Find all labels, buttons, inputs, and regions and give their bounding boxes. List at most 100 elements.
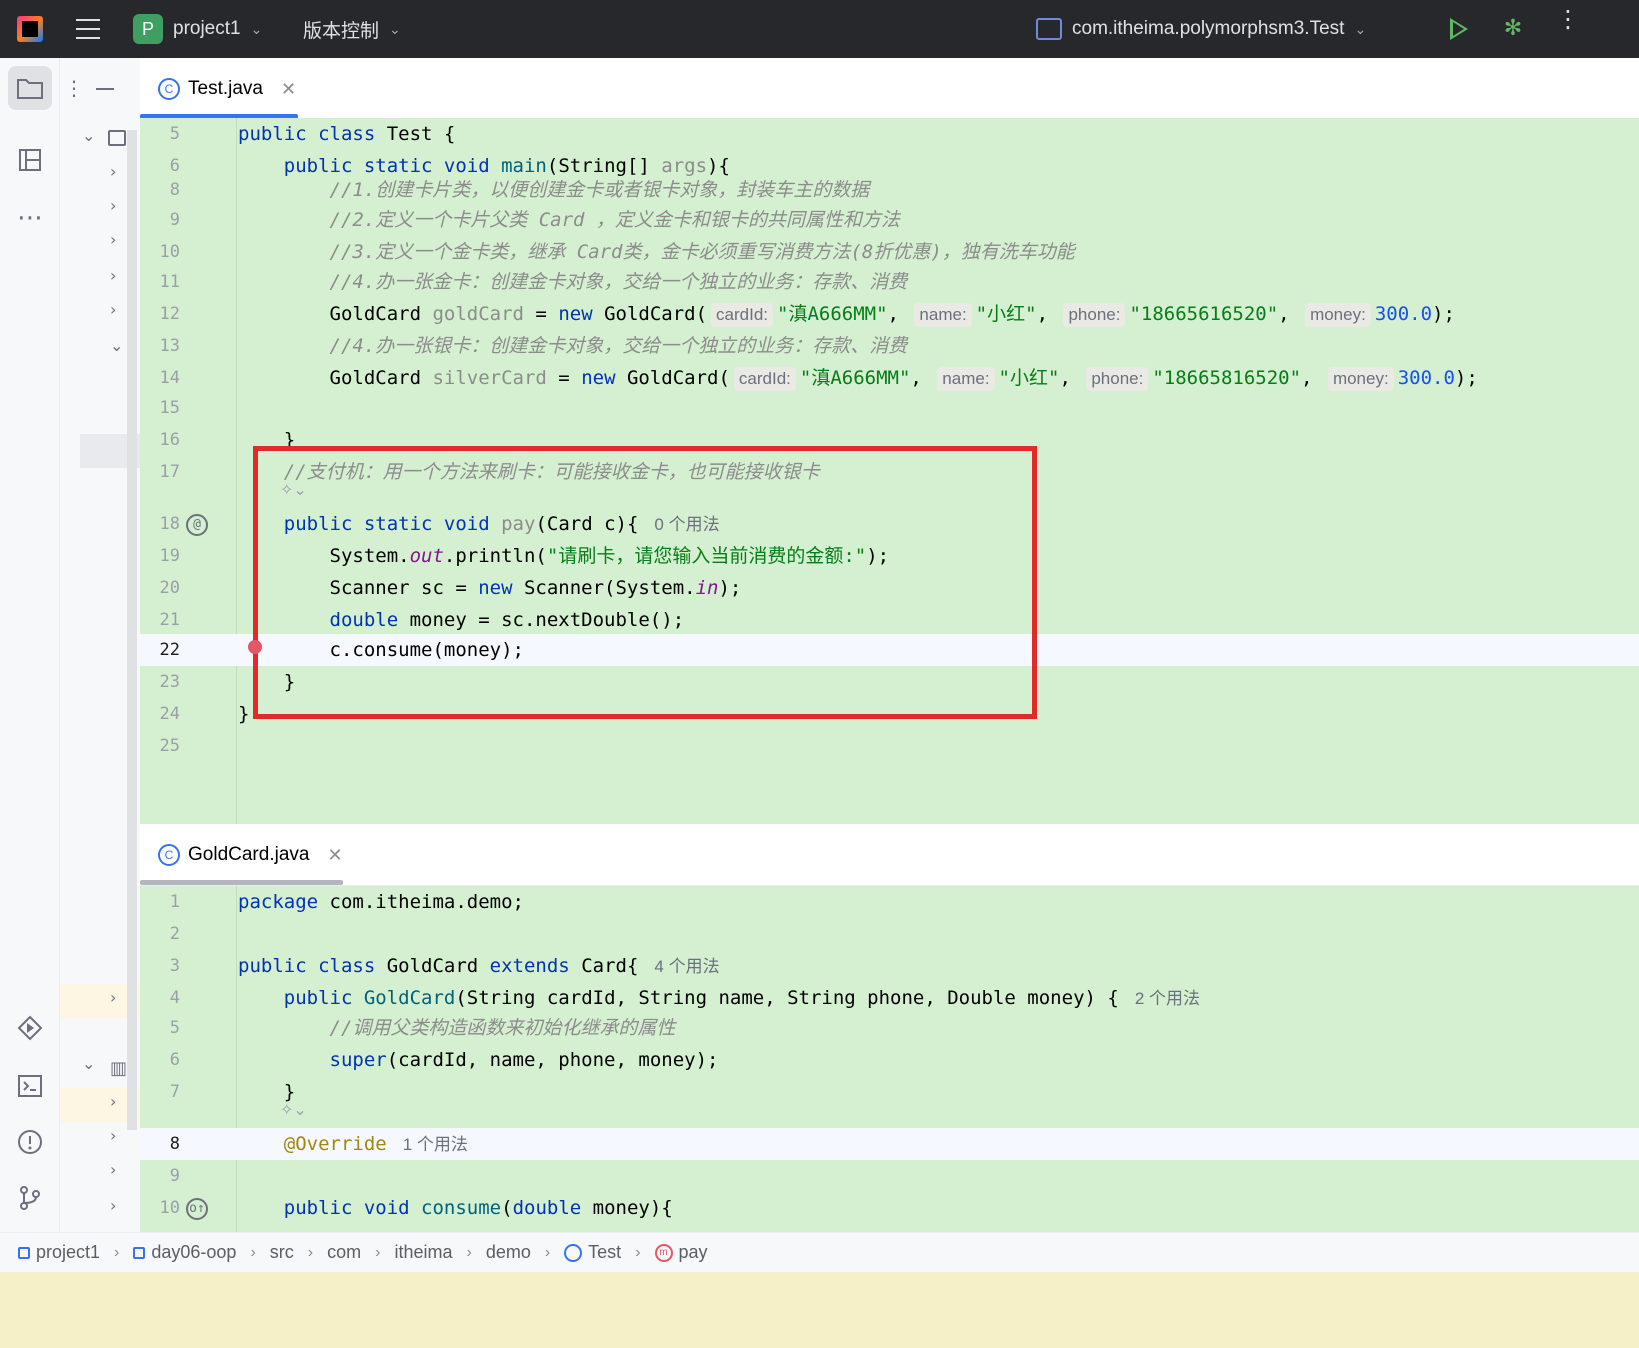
problems-icon[interactable]: [8, 1120, 52, 1164]
breadcrumb-item[interactable]: day06-oop: [133, 1242, 236, 1263]
line-number[interactable]: 6: [140, 1044, 180, 1076]
code-line[interactable]: 1 package com.itheima.demo;: [140, 886, 1639, 918]
breadcrumb-item[interactable]: Test: [564, 1242, 621, 1263]
breadcrumb-item[interactable]: src: [270, 1242, 294, 1263]
line-number[interactable]: 24: [140, 698, 180, 730]
tab-goldcard-java[interactable]: C GoldCard.java ✕: [140, 824, 343, 886]
breadcrumb-item[interactable]: m pay: [654, 1242, 708, 1263]
structure-icon[interactable]: [8, 138, 52, 182]
more-icon[interactable]: ⋯: [8, 196, 52, 240]
line-number[interactable]: 10: [140, 1192, 180, 1224]
line-number[interactable]: 5: [140, 118, 180, 150]
intellij-logo-icon[interactable]: [17, 16, 43, 42]
git-icon[interactable]: [8, 1176, 52, 1220]
line-number[interactable]: 14: [140, 362, 180, 394]
editor-goldcard-java[interactable]: 1 package com.itheima.demo; 2 3 public class…: [140, 886, 1639, 1232]
line-number[interactable]: 10: [140, 236, 180, 268]
tree-row[interactable]: ›: [60, 1160, 140, 1194]
usage-count[interactable]: 2 个用法: [1135, 989, 1200, 1008]
code-line[interactable]: 9: [140, 1160, 1639, 1192]
line-number[interactable]: 23: [140, 666, 180, 698]
code-line[interactable]: 8 //1.创建卡片类，以便创建金卡或者银卡对象，封装车主的数据: [140, 174, 1639, 206]
line-number[interactable]: 17: [140, 456, 180, 488]
code-line[interactable]: 2: [140, 918, 1639, 950]
close-icon[interactable]: ✕: [327, 845, 342, 866]
breadcrumb-item[interactable]: demo: [486, 1242, 531, 1263]
chevron-down-icon: ⌄: [389, 20, 401, 37]
line-number[interactable]: 22: [140, 634, 180, 666]
line-number[interactable]: 3: [140, 950, 180, 982]
line-number[interactable]: 19: [140, 540, 180, 572]
code-line[interactable]: 15: [140, 392, 1639, 424]
code-line[interactable]: 10 o↑ public void consume(double money){: [140, 1192, 1639, 1224]
tab-test-java[interactable]: C Test.java ✕: [140, 58, 296, 120]
chevron-right-icon: ›: [110, 196, 117, 215]
line-number[interactable]: 8: [140, 1128, 180, 1160]
debug-icon[interactable]: ✻: [1500, 16, 1526, 42]
breadcrumb-item[interactable]: com: [327, 1242, 361, 1263]
code-line[interactable]: 10 //3.定义一个金卡类，继承 Card类，金卡必须重写消费方法(8折优惠)…: [140, 236, 1639, 268]
line-number[interactable]: 4: [140, 982, 180, 1014]
line-number[interactable]: 16: [140, 424, 180, 456]
breadcrumb-item[interactable]: project1: [18, 1242, 100, 1263]
code-line[interactable]: 7 }: [140, 1076, 1639, 1108]
line-number[interactable]: 2: [140, 918, 180, 950]
run-icon[interactable]: [1450, 18, 1468, 40]
code-token: public class: [238, 123, 387, 145]
code-text: public class GoldCard extends Card{4 个用法: [238, 950, 720, 983]
folder-icon[interactable]: [8, 66, 52, 110]
line-number[interactable]: 18: [140, 508, 180, 540]
code-token: GoldCard: [363, 987, 456, 1009]
line-number[interactable]: 5: [140, 1012, 180, 1044]
run-config-selector[interactable]: com.itheima.polymorphsm3.Test ⌄: [1036, 0, 1366, 58]
services-icon[interactable]: [8, 1006, 52, 1050]
code-token: ,: [887, 303, 911, 325]
code-line[interactable]: 12 GoldCard goldCard = new GoldCard(card…: [140, 298, 1639, 330]
code-text: package com.itheima.demo;: [238, 886, 524, 918]
code-line[interactable]: 14 GoldCard silverCard = new GoldCard(ca…: [140, 362, 1639, 394]
line-number[interactable]: 1: [140, 886, 180, 918]
usage-count[interactable]: 1 个用法: [403, 1135, 468, 1154]
line-number[interactable]: 13: [140, 330, 180, 362]
code-token: GoldCard: [386, 955, 490, 977]
panel-options-icon[interactable]: ⋮: [64, 76, 84, 100]
terminal-icon[interactable]: [8, 1064, 52, 1108]
vcs-menu[interactable]: 版本控制 ⌄: [303, 0, 401, 58]
line-number[interactable]: 7: [140, 1076, 180, 1108]
code-line[interactable]: 5 public class Test {: [140, 118, 1639, 150]
line-number[interactable]: 25: [140, 730, 180, 762]
code-line[interactable]: 9 //2.定义一个卡片父类 Card ，定义金卡和银卡的共同属性和方法: [140, 204, 1639, 236]
line-number[interactable]: 8: [140, 174, 180, 206]
line-number[interactable]: 9: [140, 204, 180, 236]
tree-row[interactable]: ›: [60, 1126, 140, 1160]
main-menu-icon[interactable]: [76, 19, 100, 39]
project-selector[interactable]: P project1 ⌄: [133, 0, 262, 58]
line-number[interactable]: 12: [140, 298, 180, 330]
code-line[interactable]: 4 public GoldCard(String cardId, String …: [140, 982, 1639, 1014]
line-number[interactable]: 11: [140, 266, 180, 298]
code-line[interactable]: 6 super(cardId, name, phone, money);: [140, 1044, 1639, 1076]
line-number[interactable]: 21: [140, 604, 180, 636]
line-number[interactable]: 9: [140, 1160, 180, 1192]
code-line[interactable]: 13 //4.办一张银卡：创建金卡对象，交给一个独立的业务：存款、消费: [140, 330, 1639, 362]
minimize-icon[interactable]: [96, 88, 114, 90]
more-vertical-icon[interactable]: ⋮: [1556, 7, 1580, 44]
code-line[interactable]: 11 //4.办一张金卡：创建金卡对象，交给一个独立的业务：存款、消费: [140, 266, 1639, 298]
breadcrumb-item[interactable]: itheima: [394, 1242, 452, 1263]
tree-scrollbar[interactable]: [127, 130, 137, 1130]
line-number[interactable]: 15: [140, 392, 180, 424]
code-line[interactable]: 5 //调用父类构造函数来初始化继承的属性: [140, 1012, 1639, 1044]
tree-row[interactable]: ›: [60, 1196, 140, 1230]
usage-count[interactable]: 4 个用法: [654, 957, 719, 976]
override-icon[interactable]: o↑: [186, 1198, 208, 1220]
code-line[interactable]: 8 @Override 1 个用法: [140, 1128, 1639, 1160]
line-number[interactable]: 20: [140, 572, 180, 604]
close-icon[interactable]: ✕: [281, 79, 296, 100]
breakpoint-icon[interactable]: [248, 640, 262, 654]
ai-assistant-icon[interactable]: ✧⌄: [280, 1100, 307, 1119]
implementation-icon[interactable]: @: [186, 514, 208, 536]
code-line[interactable]: 3 public class GoldCard extends Card{4 个用…: [140, 950, 1639, 982]
code-text: //调用父类构造函数来初始化继承的属性: [238, 1012, 676, 1044]
code-line[interactable]: 25: [140, 730, 1639, 762]
